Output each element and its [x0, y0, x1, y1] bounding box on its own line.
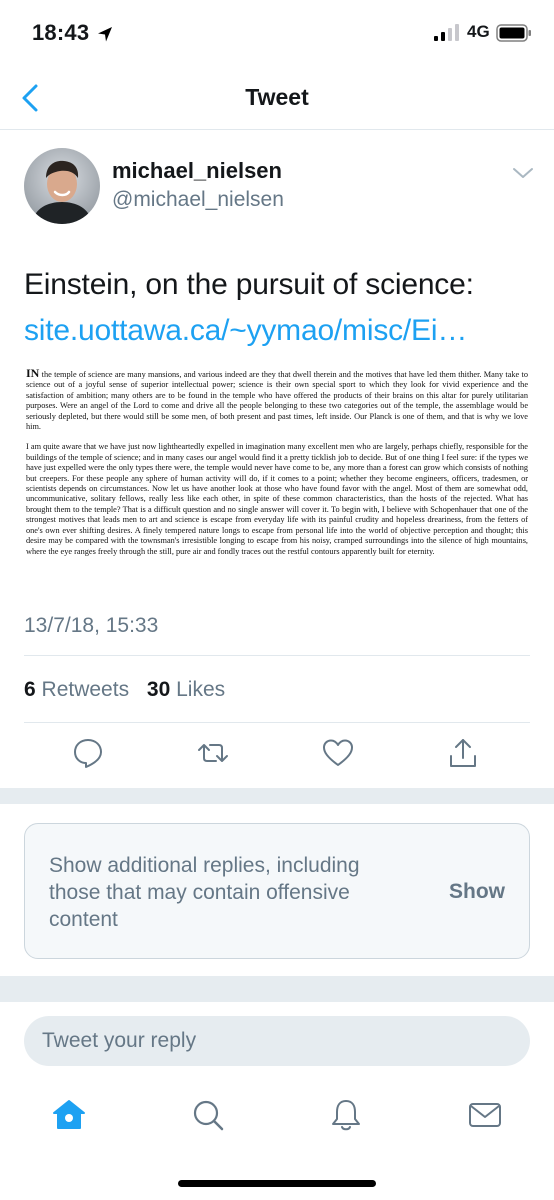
retweets-stat[interactable]: 6 Retweets — [24, 678, 129, 701]
page-title: Tweet — [245, 84, 309, 110]
tweet-actions — [0, 736, 554, 772]
image-dropcap: IN — [26, 366, 40, 380]
retweets-label: Retweets — [41, 678, 130, 701]
divider — [24, 722, 530, 723]
reply-bar — [0, 1002, 554, 1080]
reply-input[interactable] — [24, 1016, 530, 1066]
section-separator — [0, 976, 554, 1002]
likes-count: 30 — [146, 678, 171, 701]
tweet-text: Einstein, on the pursuit of science: — [24, 268, 474, 301]
section-separator — [0, 788, 554, 804]
notifications-icon[interactable] — [327, 1096, 365, 1134]
likes-stat[interactable]: 30 Likes — [147, 678, 225, 701]
show-button[interactable]: Show — [449, 880, 505, 904]
chevron-down-icon[interactable] — [508, 162, 538, 184]
status-time: 18:43 — [32, 20, 90, 45]
avatar[interactable] — [24, 148, 100, 224]
tweet-image[interactable]: IN the temple of science are many mansio… — [24, 364, 530, 592]
additional-replies-text: Show additional replies, including those… — [49, 854, 360, 931]
tweet-stats: 6 Retweets 30 Likes — [24, 678, 225, 702]
avatar-image — [24, 148, 100, 224]
additional-replies-card: Show additional replies, including those… — [24, 823, 530, 959]
retweet-icon[interactable] — [196, 736, 230, 770]
battery-icon — [496, 24, 531, 42]
tweet-link[interactable]: site.uottawa.ca/~yymao/misc/Ei… — [24, 314, 467, 348]
likes-label: Likes — [176, 678, 226, 701]
divider — [24, 655, 530, 656]
reply-icon[interactable] — [71, 736, 105, 770]
image-paragraph-1-text: the temple of science are many mansions,… — [26, 370, 528, 432]
image-paragraph-1: IN the temple of science are many mansio… — [26, 366, 528, 432]
image-paragraph-2: I am quite aware that we have just now l… — [26, 442, 528, 556]
location-arrow-icon — [98, 27, 112, 42]
author-display-name[interactable]: michael_nielsen — [112, 158, 282, 184]
home-indicator — [178, 1180, 376, 1187]
tweet-timestamp: 13/7/18, 15:33 — [24, 614, 159, 637]
like-icon[interactable] — [321, 736, 355, 770]
nav-bar: Tweet — [0, 66, 554, 130]
signal-icon — [434, 24, 459, 41]
messages-icon[interactable] — [466, 1096, 504, 1134]
network-label: 4G — [467, 22, 490, 41]
status-bar: 18:43 4G — [0, 0, 554, 66]
home-icon[interactable] — [50, 1096, 88, 1134]
share-icon[interactable] — [446, 736, 480, 770]
author-handle[interactable]: @michael_nielsen — [112, 188, 284, 212]
search-icon[interactable] — [189, 1096, 227, 1134]
retweets-count: 6 — [24, 678, 36, 701]
